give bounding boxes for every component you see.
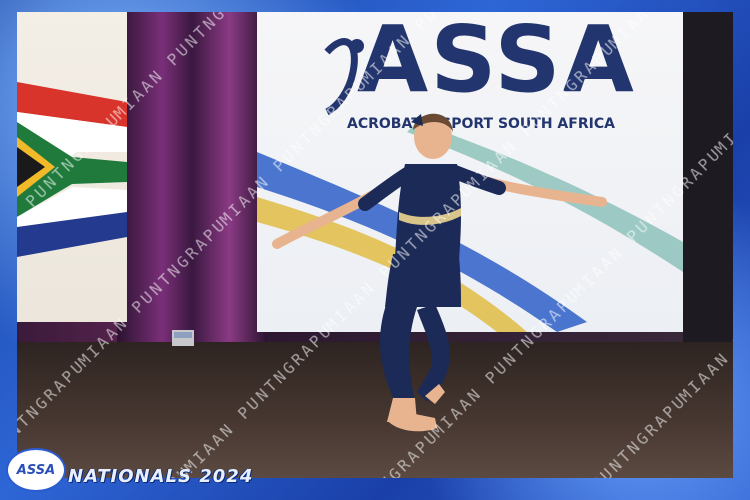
gymnast [272,113,607,432]
event-caption: NATIONALS 2024 [68,466,254,487]
south-africa-flag [17,82,127,257]
left-curtain [117,12,267,342]
flag-panel [17,12,127,322]
photo: ASSA ACROBATIC SPORT SOUTH AFRICA [17,12,733,478]
assa-badge-logo: ASSA [6,448,66,492]
badge-text: ASSA [16,462,56,478]
stage-light [172,330,194,346]
right-curtain [683,12,733,342]
